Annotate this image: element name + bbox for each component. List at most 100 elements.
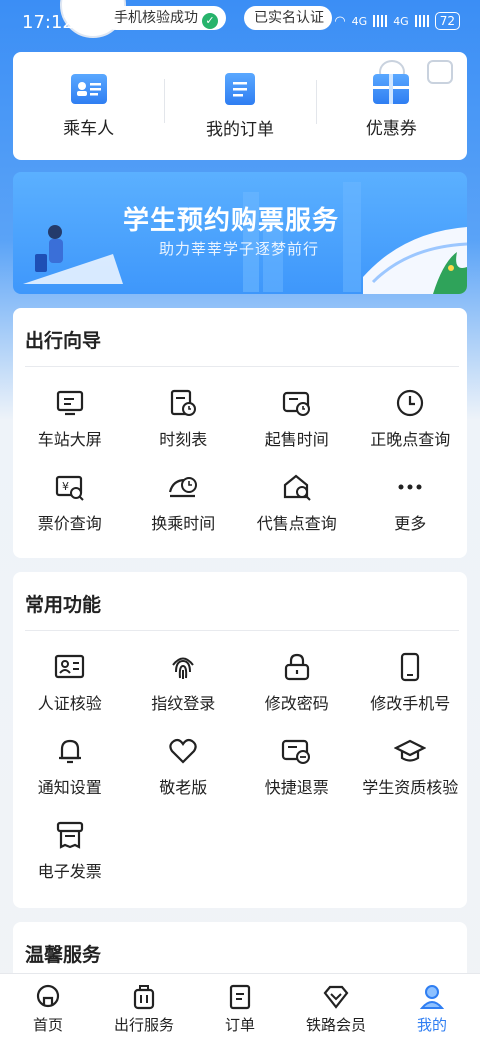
passenger-card-icon xyxy=(70,73,107,104)
travel-guide-card: 出行向导 车站大屏 时刻表 起售时间 正晚点查询 ¥ 票价查询 换乘时间 代售点… xyxy=(13,308,467,558)
grid-item-transfer-time[interactable]: 换乘时间 xyxy=(127,464,241,534)
nav-travel-service[interactable]: 出行服务 xyxy=(96,974,192,1058)
student-ticket-banner[interactable]: 学生预约购票服务 助力莘莘学子逐梦前行 xyxy=(13,172,467,294)
common-functions-grid: 人证核验 指纹登录 修改密码 修改手机号 通知设置 敬老版 快捷退票 学生资质核… xyxy=(13,644,467,882)
realname-badge[interactable]: 已实名认证 xyxy=(244,6,332,30)
grid-item-station-screen[interactable]: 车站大屏 xyxy=(13,380,127,450)
phone-verified-badge[interactable]: 手机核验成功 ✓ xyxy=(104,6,226,30)
network-label-1: 4G xyxy=(351,14,368,28)
nav-label: 订单 xyxy=(224,1016,255,1034)
wifi-icon: ◠ xyxy=(334,13,346,29)
quick-link-label: 我的订单 xyxy=(205,119,274,140)
transfer-time-icon xyxy=(167,472,199,502)
grid-item-elderly-mode[interactable]: 敬老版 xyxy=(127,728,241,798)
grid-item-id-verify[interactable]: 人证核验 xyxy=(13,644,127,714)
grid-item-label: 修改手机号 xyxy=(370,694,451,713)
status-bar: 17:12 手机核验成功 ✓ 已实名认证 ◠ 4G 4G 72 xyxy=(0,0,480,44)
battery-indicator: 72 xyxy=(434,12,460,30)
divider xyxy=(25,630,459,631)
grid-item-label: 电子发票 xyxy=(37,862,102,881)
grid-item-fare-query[interactable]: ¥ 票价查询 xyxy=(13,464,127,534)
graduation-cap-icon xyxy=(394,736,427,766)
travel-guide-grid: 车站大屏 时刻表 起售时间 正晚点查询 ¥ 票价查询 换乘时间 代售点查询 更多 xyxy=(13,380,467,534)
section-title: 出行向导 xyxy=(25,330,102,352)
luggage-icon xyxy=(133,985,155,1010)
signal-icon xyxy=(373,15,388,27)
profile-icon xyxy=(419,985,445,1009)
grid-item-label: 人证核验 xyxy=(37,694,102,713)
agency-search-icon xyxy=(281,472,313,502)
system-indicators: ◠ 4G 4G 72 xyxy=(334,12,460,30)
grid-item-change-phone[interactable]: 修改手机号 xyxy=(354,644,468,714)
nav-label: 我的 xyxy=(416,1016,447,1034)
grid-item-label: 敬老版 xyxy=(159,778,208,797)
home-icon xyxy=(36,984,60,1008)
diamond-icon xyxy=(323,985,349,1009)
nav-label: 出行服务 xyxy=(113,1016,174,1034)
grid-item-quick-refund[interactable]: 快捷退票 xyxy=(240,728,354,798)
phone-verified-label: 手机核验成功 xyxy=(114,10,198,26)
coupon-icon xyxy=(373,73,410,104)
status-time: 17:12 xyxy=(22,12,74,33)
nav-label: 首页 xyxy=(32,1016,63,1034)
grid-item-label: 票价查询 xyxy=(37,514,102,533)
quick-link-orders[interactable]: 我的订单 xyxy=(164,72,315,140)
nav-mine[interactable]: 我的 xyxy=(384,974,480,1058)
check-icon: ✓ xyxy=(202,13,218,29)
order-list-icon xyxy=(224,72,255,105)
clock-icon xyxy=(394,388,426,418)
grid-item-delay-query[interactable]: 正晚点查询 xyxy=(354,380,468,450)
grid-item-label: 正晚点查询 xyxy=(370,430,451,449)
lock-icon xyxy=(281,652,313,682)
grid-item-label: 通知设置 xyxy=(37,778,102,797)
order-icon xyxy=(229,984,251,1010)
svg-text:¥: ¥ xyxy=(62,480,69,493)
grid-item-label: 时刻表 xyxy=(159,430,208,449)
timetable-icon xyxy=(167,388,199,418)
grid-item-fingerprint[interactable]: 指纹登录 xyxy=(127,644,241,714)
banner-title: 学生预约购票服务 xyxy=(123,206,340,236)
bell-icon xyxy=(54,736,86,766)
heart-icon xyxy=(167,736,199,766)
grid-item-label: 换乘时间 xyxy=(151,514,216,533)
grid-item-change-password[interactable]: 修改密码 xyxy=(240,644,354,714)
divider xyxy=(25,366,459,367)
grid-item-sale-time[interactable]: 起售时间 xyxy=(240,380,354,450)
quick-links-card: 乘车人 我的订单 优惠券 xyxy=(13,52,467,160)
grid-item-label: 起售时间 xyxy=(264,430,329,449)
grid-item-label: 学生资质核验 xyxy=(362,778,459,797)
grid-item-notification-settings[interactable]: 通知设置 xyxy=(13,728,127,798)
network-label-2: 4G xyxy=(393,14,409,28)
common-functions-card: 常用功能 人证核验 指纹登录 修改密码 修改手机号 通知设置 敬老版 快捷退票 … xyxy=(13,572,467,908)
fingerprint-icon xyxy=(167,652,199,682)
grid-item-label: 修改密码 xyxy=(264,694,329,713)
nav-railway-member[interactable]: 铁路会员 xyxy=(288,974,384,1058)
quick-link-label: 优惠券 xyxy=(365,118,417,139)
grid-item-more[interactable]: 更多 xyxy=(354,464,468,534)
grid-item-label: 更多 xyxy=(394,514,427,533)
id-verify-icon xyxy=(54,652,86,682)
grid-item-label: 快捷退票 xyxy=(264,778,329,797)
grid-item-student-verify[interactable]: 学生资质核验 xyxy=(354,728,468,798)
phone-icon xyxy=(394,652,426,682)
realname-label: 已实名认证 xyxy=(254,10,324,26)
sale-time-icon xyxy=(281,388,313,418)
banner-subtitle: 助力莘莘学子逐梦前行 xyxy=(159,240,320,258)
quick-link-label: 乘车人 xyxy=(63,118,115,139)
quick-link-coupon[interactable]: 优惠券 xyxy=(315,73,467,139)
grid-item-agency-query[interactable]: 代售点查询 xyxy=(240,464,354,534)
grid-item-label: 指纹登录 xyxy=(151,694,216,713)
grid-item-e-invoice[interactable]: 电子发票 xyxy=(13,812,127,882)
bottom-navigation: 首页 出行服务 订单 铁路会员 我的 xyxy=(0,973,480,1058)
section-title: 温馨服务 xyxy=(25,944,102,966)
signal-icon xyxy=(414,15,429,27)
section-title: 常用功能 xyxy=(25,594,102,616)
nav-home[interactable]: 首页 xyxy=(0,974,96,1058)
quick-link-passenger[interactable]: 乘车人 xyxy=(13,73,164,139)
nav-orders[interactable]: 订单 xyxy=(192,974,288,1058)
station-screen-icon xyxy=(54,388,86,418)
refund-ticket-icon xyxy=(281,736,313,766)
fare-search-icon: ¥ xyxy=(54,472,86,502)
invoice-icon xyxy=(54,820,86,850)
grid-item-timetable[interactable]: 时刻表 xyxy=(127,380,241,450)
